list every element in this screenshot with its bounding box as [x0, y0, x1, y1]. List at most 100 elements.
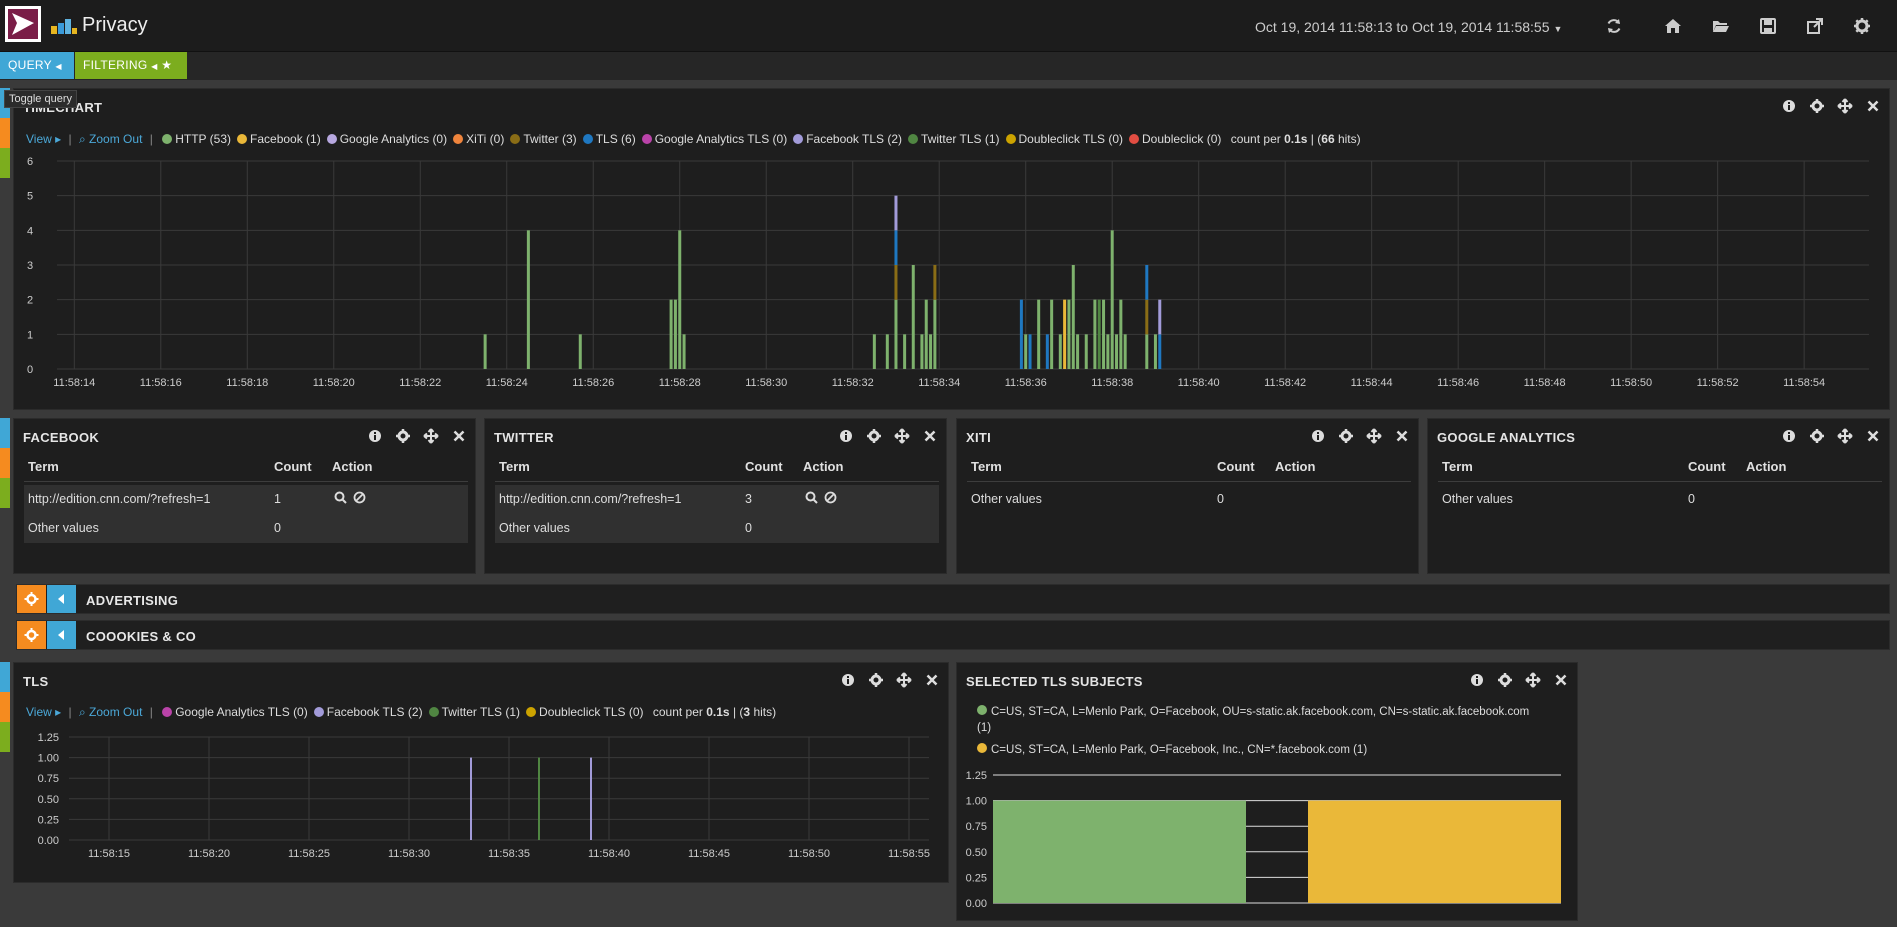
info-icon[interactable] [1469, 672, 1485, 688]
gear-icon[interactable] [866, 428, 882, 444]
legend-item[interactable]: HTTP (53) [156, 132, 231, 146]
chart-bar[interactable] [933, 265, 937, 300]
legend-item[interactable]: Facebook TLS (2) [787, 132, 902, 146]
chart-bar[interactable] [1050, 299, 1054, 369]
move-icon[interactable] [423, 428, 439, 444]
column-header[interactable]: Action [1275, 459, 1315, 474]
gear-icon[interactable] [1809, 428, 1825, 444]
search-icon[interactable] [334, 491, 347, 507]
legend-item[interactable]: Google Analytics (0) [321, 132, 447, 146]
chart-bar[interactable] [1145, 334, 1149, 369]
row-add-handle[interactable] [0, 148, 10, 178]
info-icon[interactable] [367, 428, 383, 444]
gear-icon[interactable] [868, 672, 884, 688]
chart-bar[interactable] [483, 334, 487, 369]
column-header[interactable]: Term [28, 459, 59, 474]
legend-item[interactable]: C=US, ST=CA, L=Menlo Park, O=Facebook, O… [977, 704, 1562, 736]
row-add-handle[interactable] [0, 478, 10, 508]
chart-bar[interactable] [1097, 299, 1101, 369]
chart-bar[interactable] [590, 757, 592, 840]
chart-bar[interactable] [1102, 299, 1106, 369]
column-header[interactable]: Count [745, 459, 783, 474]
gear-icon[interactable] [395, 428, 411, 444]
section-advertising[interactable]: ADVERTISING [16, 584, 1890, 614]
chart-bar[interactable] [993, 800, 1246, 903]
chart-bar[interactable] [1115, 334, 1119, 369]
chart-bar[interactable] [894, 299, 898, 369]
row-collapse-handle[interactable] [0, 418, 10, 448]
column-header[interactable]: Action [803, 459, 843, 474]
chart-bar[interactable] [678, 230, 682, 369]
legend-item[interactable]: Facebook TLS (2) [308, 705, 423, 719]
chart-bar[interactable] [1063, 299, 1067, 369]
legend-item[interactable]: TLS (6) [577, 132, 636, 146]
folder-open-icon[interactable] [1712, 17, 1730, 35]
chart-bar[interactable] [1145, 299, 1149, 335]
chart-bar[interactable] [920, 334, 924, 369]
close-icon[interactable] [1394, 428, 1410, 444]
query-toggle-button[interactable]: QUERY ◀ [0, 52, 74, 79]
info-icon[interactable] [1781, 428, 1797, 444]
move-icon[interactable] [1837, 98, 1853, 114]
chart-bar[interactable] [933, 299, 937, 369]
chart-bar[interactable] [894, 230, 898, 265]
chart-bar[interactable] [1153, 334, 1157, 369]
chart-bar[interactable] [470, 757, 472, 840]
view-dropdown[interactable]: View ▸ [26, 132, 61, 146]
gear-icon[interactable] [1497, 672, 1513, 688]
info-icon[interactable] [1310, 428, 1326, 444]
column-header[interactable]: Term [971, 459, 1002, 474]
chart-bar[interactable] [1028, 334, 1032, 369]
share-icon[interactable] [1806, 17, 1824, 35]
column-header[interactable]: Count [274, 459, 312, 474]
chart-bar[interactable] [885, 334, 889, 369]
row-settings-handle[interactable] [0, 448, 10, 478]
legend-item[interactable]: Facebook (1) [231, 132, 321, 146]
chart-bar[interactable] [1158, 334, 1162, 369]
chart-bar[interactable] [911, 265, 915, 369]
chart-bar[interactable] [1071, 265, 1075, 369]
gear-icon[interactable] [1853, 17, 1871, 35]
column-header[interactable]: Count [1688, 459, 1726, 474]
chart-bar[interactable] [538, 757, 540, 840]
chart-bar[interactable] [526, 230, 530, 369]
chart-bar[interactable] [929, 334, 933, 369]
home-icon[interactable] [1664, 17, 1682, 35]
chart-bar[interactable] [924, 299, 928, 369]
legend-item[interactable]: Twitter TLS (1) [423, 705, 520, 719]
save-icon[interactable] [1759, 17, 1777, 35]
legend-item[interactable]: Doubleclick TLS (0) [1000, 132, 1123, 146]
chart-bar[interactable] [1308, 800, 1561, 903]
chart-bar[interactable] [1076, 334, 1080, 369]
search-icon[interactable] [805, 491, 818, 507]
chart-bar[interactable] [669, 299, 673, 369]
close-icon[interactable] [922, 428, 938, 444]
move-icon[interactable] [1366, 428, 1382, 444]
row-collapse-handle[interactable] [0, 662, 10, 692]
chart-bar[interactable] [1110, 230, 1114, 369]
caret-left-icon[interactable] [47, 621, 76, 649]
ban-icon[interactable] [353, 491, 366, 507]
column-header[interactable]: Action [332, 459, 372, 474]
chart-bar[interactable] [1106, 334, 1110, 369]
refresh-icon[interactable] [1605, 17, 1623, 35]
gear-icon[interactable] [1338, 428, 1354, 444]
move-icon[interactable] [1525, 672, 1541, 688]
close-icon[interactable] [1865, 98, 1881, 114]
gear-icon[interactable] [1809, 98, 1825, 114]
legend-item[interactable]: Doubleclick (0) [1123, 132, 1221, 146]
chart-bar[interactable] [1058, 334, 1062, 369]
chart-bar[interactable] [1037, 299, 1041, 369]
chart-bar[interactable] [578, 334, 582, 369]
chart-bar[interactable] [1045, 334, 1049, 369]
chart-bar[interactable] [682, 334, 686, 369]
info-icon[interactable] [840, 672, 856, 688]
caret-left-icon[interactable] [47, 585, 76, 613]
chart-bar[interactable] [872, 334, 876, 369]
close-icon[interactable] [924, 672, 940, 688]
close-icon[interactable] [1553, 672, 1569, 688]
chart-bar[interactable] [903, 334, 907, 369]
gear-icon[interactable] [17, 621, 46, 649]
chart-bar[interactable] [1067, 299, 1071, 369]
legend-item[interactable]: Google Analytics TLS (0) [156, 705, 308, 719]
